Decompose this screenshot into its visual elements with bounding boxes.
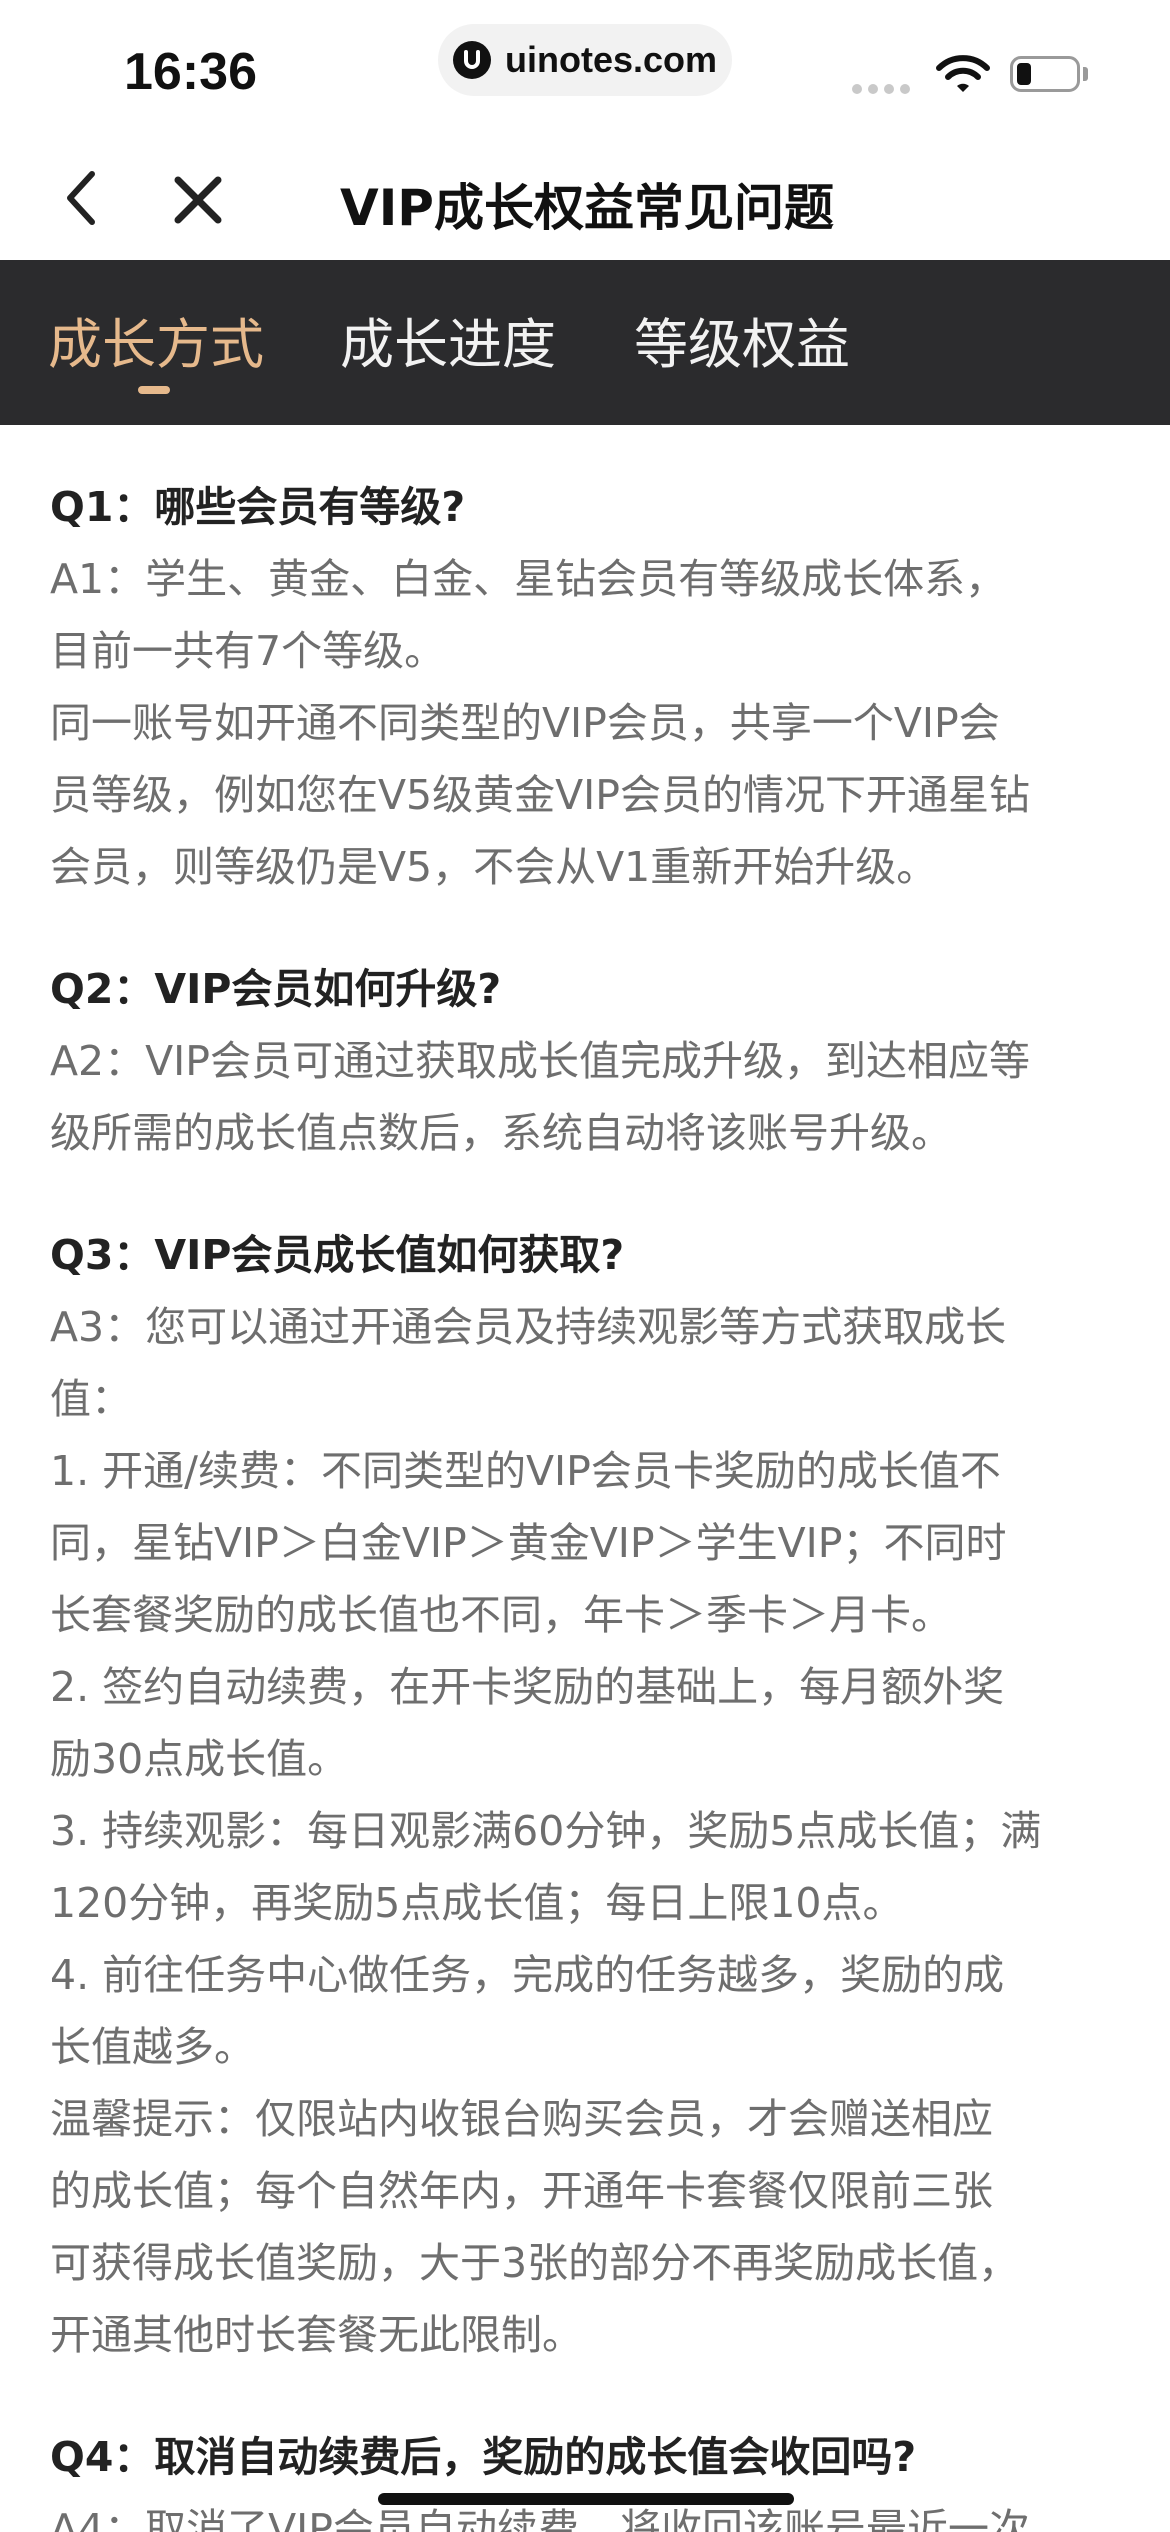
faq-answer-line: 1. 开通/续费：不同类型的VIP会员卡奖励的成长值不 bbox=[50, 1447, 1001, 1495]
close-icon[interactable] bbox=[170, 172, 226, 228]
faq-answer-line: A3：您可以通过开通会员及持续观影等方式获取成长 bbox=[50, 1303, 1007, 1351]
faq-answer-line: A2：VIP会员可通过获取成长值完成升级，到达相应等 bbox=[50, 1037, 1030, 1085]
faq-answer-line: 开通其他时长套餐无此限制。 bbox=[50, 2311, 583, 2359]
battery-icon bbox=[1010, 56, 1080, 92]
faq-answer-line: 长值越多。 bbox=[50, 2023, 255, 2071]
url-pill[interactable]: uinotes.com bbox=[438, 24, 732, 96]
faq-answer-line: 同一账号如开通不同类型的VIP会员，共享一个VIP会 bbox=[50, 699, 1000, 747]
faq-question: Q3：VIP会员成长值如何获取? bbox=[50, 1231, 625, 1279]
faq-content[interactable]: Q1：哪些会员有等级? A1：学生、黄金、白金、星钻会员有等级成长体系， 目前一… bbox=[50, 425, 1120, 2532]
navigation-bar: VIP成长权益常见问题 bbox=[0, 130, 1170, 260]
battery-cap bbox=[1083, 67, 1088, 81]
tab-growth-method[interactable]: 成长方式 bbox=[48, 300, 264, 379]
tab-growth-progress[interactable]: 成长进度 bbox=[340, 300, 556, 379]
active-tab-indicator bbox=[138, 386, 170, 394]
faq-answer-line: 值： bbox=[50, 1375, 132, 1423]
faq-question: Q4：取消自动续费后，奖励的成长值会收回吗? bbox=[50, 2433, 917, 2481]
faq-answer-line: 的成长值；每个自然年内，开通年卡套餐仅限前三张 bbox=[50, 2167, 993, 2215]
back-icon[interactable] bbox=[58, 166, 106, 230]
faq-answer-line: 员等级，例如您在V5级黄金VIP会员的情况下开通星钻 bbox=[50, 771, 1030, 819]
page-title: VIP成长权益常见问题 bbox=[340, 179, 834, 237]
home-indicator[interactable] bbox=[378, 2493, 794, 2505]
faq-question: Q2：VIP会员如何升级? bbox=[50, 965, 502, 1013]
faq-answer-line: 励30点成长值。 bbox=[50, 1735, 349, 1783]
faq-answer-line: 可获得成长值奖励，大于3张的部分不再奖励成长值， bbox=[50, 2239, 1020, 2287]
faq-answer-line: A1：学生、黄金、白金、星钻会员有等级成长体系， bbox=[50, 555, 1007, 603]
faq-answer-line: 4. 前往任务中心做任务，完成的任务越多，奖励的成 bbox=[50, 1951, 1005, 1999]
cellular-signal-icon bbox=[852, 84, 910, 94]
faq-answer-line: 级所需的成长值点数后，系统自动将该账号升级。 bbox=[50, 1109, 952, 1157]
faq-answer-line: 长套餐奖励的成长值也不同，年卡＞季卡＞月卡。 bbox=[50, 1591, 952, 1639]
status-bar: 16:36 uinotes.com bbox=[0, 0, 1170, 130]
faq-answer-line: 3. 持续观影：每日观影满60分钟，奖励5点成长值；满 bbox=[50, 1807, 1042, 1855]
faq-item: Q2：VIP会员如何升级? A2：VIP会员可通过获取成长值完成升级，到达相应等… bbox=[50, 953, 1120, 1169]
url-text: uinotes.com bbox=[504, 39, 718, 80]
faq-answer-line: 同，星钻VIP＞白金VIP＞黄金VIP＞学生VIP；不同时 bbox=[50, 1519, 1007, 1567]
faq-answer-line: 2. 签约自动续费，在开卡奖励的基础上，每月额外奖 bbox=[50, 1663, 1005, 1711]
wifi-icon bbox=[936, 55, 990, 92]
status-time: 16:36 bbox=[124, 43, 257, 101]
faq-item: Q4：取消自动续费后，奖励的成长值会收回吗? A4：取消了VIP会员自动续费，将… bbox=[50, 2421, 1120, 2532]
faq-answer-line: 会员，则等级仍是V5，不会从V1重新开始升级。 bbox=[50, 843, 938, 891]
faq-answer-line: 温馨提示：仅限站内收银台购买会员，才会赠送相应 bbox=[50, 2095, 993, 2143]
tab-bar: 成长方式 成长进度 等级权益 bbox=[0, 260, 1170, 425]
faq-answer-line: 120分钟，再奖励5点成长值；每日上限10点。 bbox=[50, 1879, 904, 1927]
faq-question: Q1：哪些会员有等级? bbox=[50, 483, 466, 531]
tab-level-benefits[interactable]: 等级权益 bbox=[634, 300, 850, 379]
faq-answer-line: 目前一共有7个等级。 bbox=[50, 627, 446, 675]
faq-item: Q3：VIP会员成长值如何获取? A3：您可以通过开通会员及持续观影等方式获取成… bbox=[50, 1219, 1120, 2371]
faq-item: Q1：哪些会员有等级? A1：学生、黄金、白金、星钻会员有等级成长体系， 目前一… bbox=[50, 471, 1120, 903]
site-icon bbox=[452, 41, 491, 79]
